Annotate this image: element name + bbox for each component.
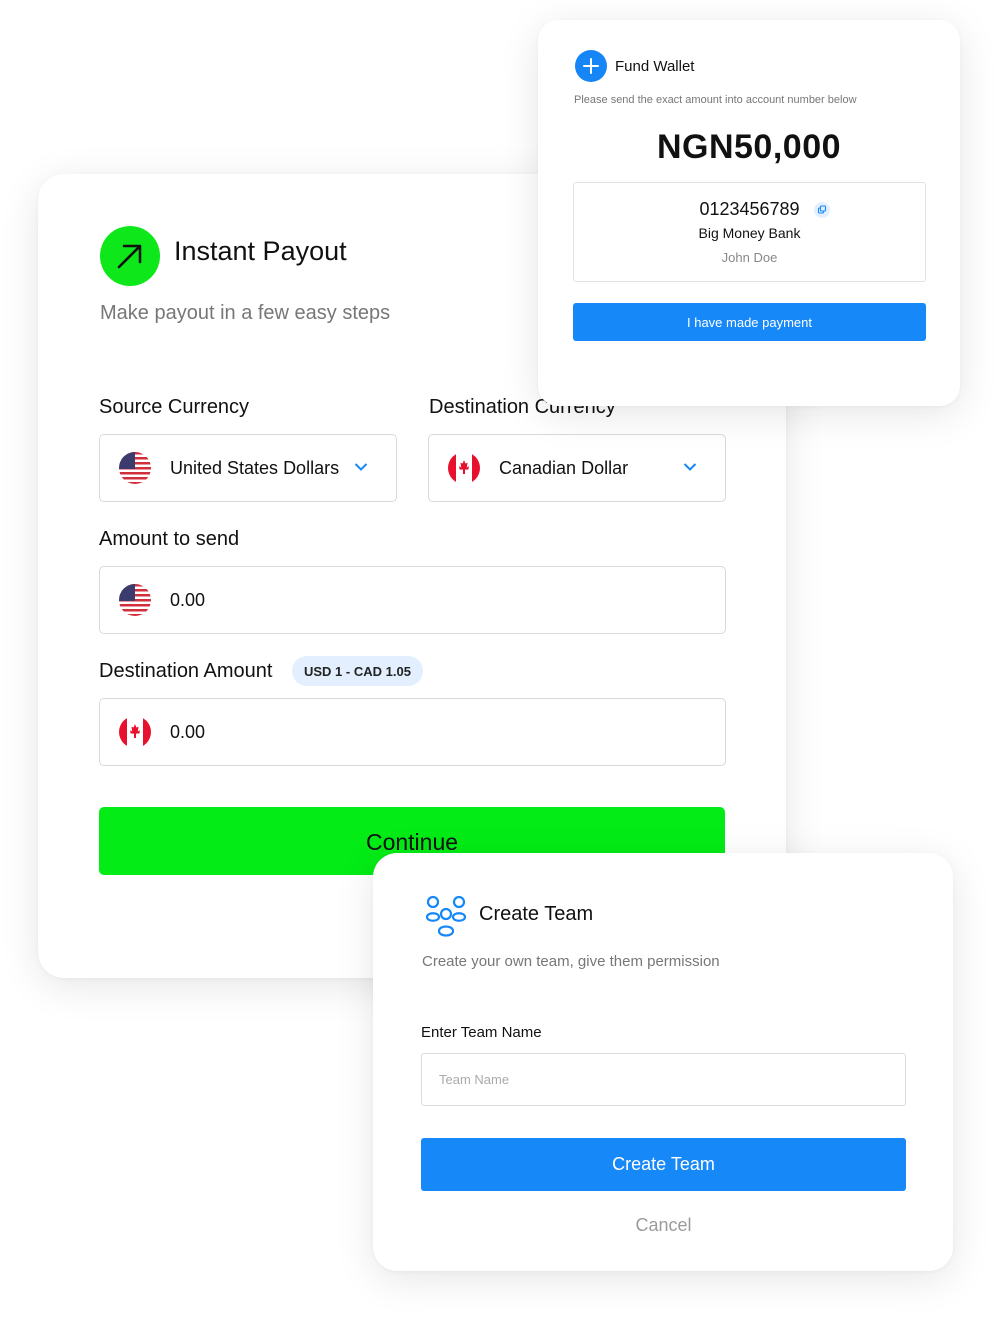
destination-currency-value: Canadian Dollar [499, 457, 629, 478]
chevron-down-icon [683, 459, 697, 477]
payout-title: Instant Payout [174, 236, 347, 266]
destination-amount-input[interactable]: 0.00 [99, 698, 726, 766]
canada-flag-icon [119, 716, 151, 748]
account-holder-name: John Doe [721, 250, 778, 265]
account-details-box: 0123456789 Big Money Bank John Doe [573, 182, 926, 282]
destination-amount-value: 0.00 [170, 721, 206, 742]
copy-icon[interactable] [814, 202, 830, 223]
plus-icon [575, 50, 607, 82]
fund-amount: NGN50,000 [656, 128, 842, 166]
fund-wallet-card: Fund Wallet Please send the exact amount… [538, 20, 960, 406]
us-flag-icon [119, 584, 151, 616]
arrow-up-right-icon [100, 226, 160, 286]
create-team-subtitle: Create your own team, give them permissi… [422, 953, 720, 970]
amount-to-send-value: 0.00 [170, 589, 206, 610]
chevron-down-icon [354, 459, 368, 477]
exchange-rate-badge: USD 1 - CAD 1.05 [292, 656, 423, 686]
team-name-label: Enter Team Name [421, 1024, 542, 1041]
source-currency-value: United States Dollars [170, 457, 340, 478]
destination-amount-label: Destination Amount [99, 660, 273, 682]
team-name-input[interactable] [421, 1053, 906, 1106]
account-number: 0123456789 [699, 199, 800, 219]
amount-to-send-input[interactable]: 0.00 [99, 566, 726, 634]
create-team-button[interactable]: Create Team [421, 1138, 906, 1191]
fund-wallet-title: Fund Wallet [615, 58, 695, 75]
team-icon [425, 895, 467, 944]
create-team-card: Create Team Create your own team, give t… [373, 853, 953, 1271]
amount-to-send-label: Amount to send [99, 528, 240, 550]
canada-flag-icon [448, 452, 480, 484]
bank-name: Big Money Bank [698, 225, 801, 241]
made-payment-button[interactable]: I have made payment [573, 303, 926, 341]
fund-wallet-instruction: Please send the exact amount into accoun… [574, 94, 857, 106]
destination-currency-select[interactable]: Canadian Dollar [428, 434, 726, 502]
cancel-button[interactable]: Cancel [421, 1215, 906, 1236]
create-team-title: Create Team [479, 903, 594, 925]
payout-subtitle: Make payout in a few easy steps [100, 302, 391, 324]
source-currency-select[interactable]: United States Dollars [99, 434, 397, 502]
us-flag-icon [119, 452, 151, 484]
source-currency-label: Source Currency [99, 396, 250, 418]
